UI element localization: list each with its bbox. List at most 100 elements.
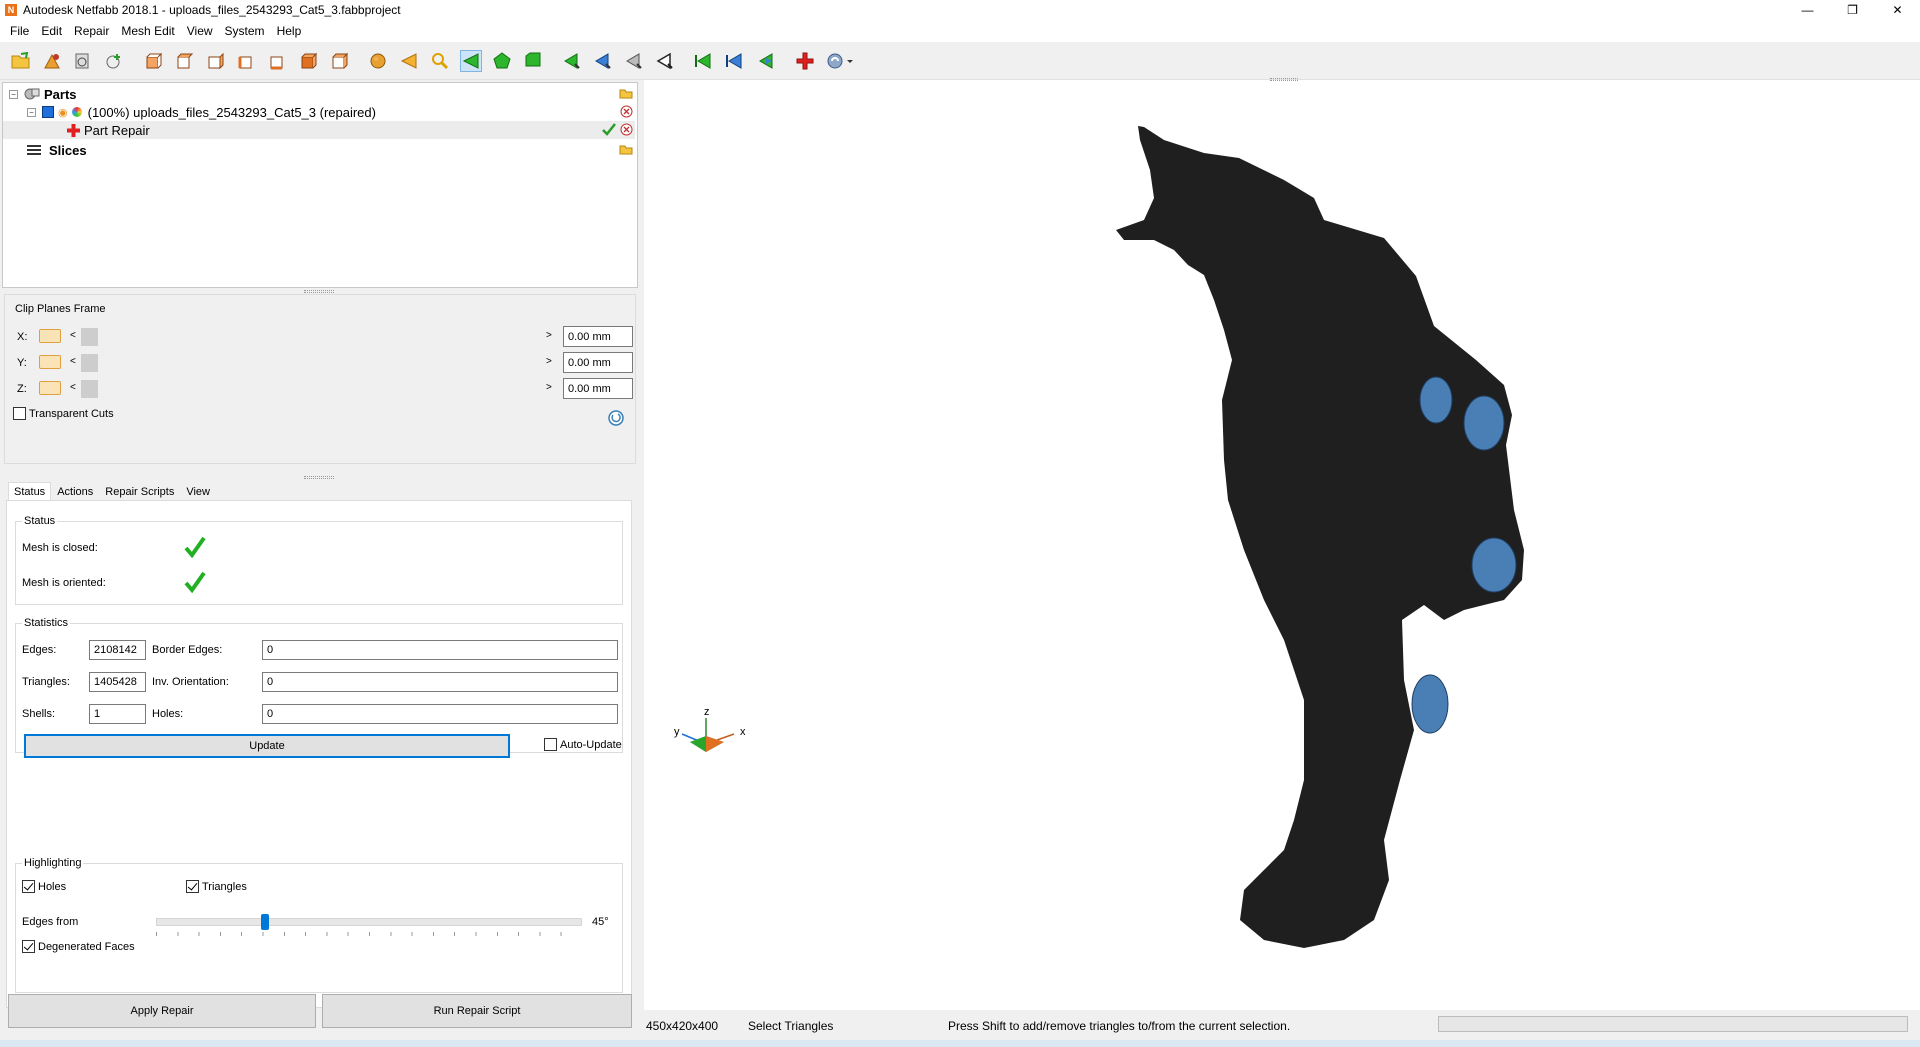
clip-toggle[interactable] <box>39 381 61 395</box>
menu-system[interactable]: System <box>219 24 271 38</box>
holes-option[interactable]: Holes <box>22 880 66 893</box>
tree-repair-node[interactable]: Part Repair <box>3 121 635 139</box>
3d-viewport[interactable]: z y x <box>644 78 1920 1010</box>
shells-field[interactable]: 1 <box>89 704 146 724</box>
collapse-icon[interactable]: − <box>27 107 36 117</box>
edges-field[interactable]: 2108142 <box>89 640 146 660</box>
add-icon[interactable] <box>103 50 125 72</box>
reset-icon[interactable] <box>607 409 625 427</box>
brush-add-icon[interactable] <box>592 50 614 72</box>
view-left-icon[interactable] <box>204 50 226 72</box>
increment-icon[interactable]: > <box>546 330 552 341</box>
transparent-cuts-checkbox[interactable] <box>13 407 26 420</box>
clip-slider[interactable] <box>81 380 549 398</box>
deselect-icon[interactable] <box>724 50 746 72</box>
update-button[interactable]: Update <box>24 734 510 758</box>
tree-slices-node[interactable]: Slices <box>27 141 87 159</box>
auto-update-checkbox[interactable] <box>544 738 557 751</box>
clip-toggle[interactable] <box>39 355 61 369</box>
holes-field[interactable]: 0 <box>262 704 618 724</box>
edges-angle-slider[interactable] <box>156 914 582 936</box>
auto-update-option[interactable]: Auto-Update <box>544 738 622 751</box>
color-wheel-icon[interactable] <box>71 107 82 117</box>
border-edges-field[interactable]: 0 <box>262 640 618 660</box>
add-part-icon[interactable] <box>41 50 63 72</box>
clip-slider[interactable] <box>81 328 549 346</box>
axes-gizmo-graphic <box>681 718 735 752</box>
view-iso-icon[interactable] <box>328 50 350 72</box>
tab-status[interactable]: Status <box>8 482 52 502</box>
clip-value-input[interactable] <box>563 352 633 373</box>
apply-repair-button[interactable]: Apply Repair <box>8 994 316 1028</box>
tab-actions[interactable]: Actions <box>51 482 99 502</box>
close-icon[interactable]: ✕ <box>1875 0 1920 20</box>
cat-model[interactable] <box>644 80 1920 1010</box>
menu-mesh-edit[interactable]: Mesh Edit <box>115 24 180 38</box>
degenerated-option[interactable]: Degenerated Faces <box>22 940 135 953</box>
brush-remove-icon[interactable] <box>623 50 645 72</box>
tree-part-node[interactable]: − ◉ (100%) uploads_files_2543293_Cat5_3 … <box>27 103 376 121</box>
view-back-icon[interactable] <box>173 50 195 72</box>
brush-invert-icon[interactable] <box>654 50 676 72</box>
view-bottom-icon[interactable] <box>297 50 319 72</box>
menu-file[interactable]: File <box>4 24 35 38</box>
clip-slider[interactable] <box>81 354 549 372</box>
splitter-handle[interactable] <box>304 476 334 479</box>
inv-orientation-field[interactable]: 0 <box>262 672 618 692</box>
remove-part-icon[interactable] <box>620 105 633 118</box>
view-front-icon[interactable] <box>142 50 164 72</box>
tab-repair-scripts[interactable]: Repair Scripts <box>99 482 180 502</box>
apply-check-icon[interactable] <box>602 123 616 136</box>
degenerated-checkbox[interactable] <box>22 940 35 953</box>
slider-thumb[interactable] <box>81 328 98 346</box>
triangle-left-icon[interactable] <box>398 50 420 72</box>
menu-repair[interactable]: Repair <box>68 24 115 38</box>
transparent-cuts-option[interactable]: Transparent Cuts <box>13 407 114 420</box>
tab-view[interactable]: View <box>180 482 216 502</box>
view-right-icon[interactable] <box>235 50 257 72</box>
decrement-icon[interactable]: < <box>70 330 76 341</box>
clip-value-input[interactable] <box>563 326 633 347</box>
clip-value-input[interactable] <box>563 378 633 399</box>
restore-icon[interactable]: ❐ <box>1830 0 1875 20</box>
folder-open-icon[interactable] <box>619 143 633 155</box>
tree-parts-node[interactable]: − Parts <box>9 85 77 103</box>
holes-checkbox[interactable] <box>22 880 35 893</box>
run-repair-script-button[interactable]: Run Repair Script <box>322 994 632 1028</box>
invert-select-icon[interactable] <box>755 50 777 72</box>
triangles-option[interactable]: Triangles <box>186 880 247 893</box>
select-shell-icon[interactable] <box>522 50 544 72</box>
menu-help[interactable]: Help <box>271 24 308 38</box>
slider-thumb[interactable] <box>81 380 98 398</box>
decrement-icon[interactable]: < <box>70 356 76 367</box>
auto-update-label: Auto-Update <box>560 738 622 751</box>
import-icon[interactable] <box>72 50 94 72</box>
menu-view[interactable]: View <box>181 24 219 38</box>
select-surface-icon[interactable] <box>491 50 513 72</box>
splitter-handle[interactable] <box>304 290 334 293</box>
slider-thumb[interactable] <box>260 914 269 930</box>
cancel-repair-icon[interactable] <box>620 123 633 136</box>
sphere-icon[interactable] <box>367 50 389 72</box>
select-triangle-icon[interactable] <box>460 49 482 72</box>
decrement-icon[interactable]: < <box>70 382 76 393</box>
increment-icon[interactable]: > <box>546 382 552 393</box>
minimize-icon[interactable]: — <box>1785 0 1830 20</box>
folder-open-icon[interactable] <box>619 87 633 99</box>
brush-select-icon[interactable] <box>561 50 583 72</box>
increment-icon[interactable]: > <box>546 356 552 367</box>
slider-thumb[interactable] <box>81 354 98 372</box>
open-file-icon[interactable] <box>10 50 32 72</box>
zoom-icon[interactable] <box>429 50 451 72</box>
slices-actions <box>619 143 633 155</box>
collapse-icon[interactable]: − <box>9 89 18 99</box>
view-top-icon[interactable] <box>266 50 288 72</box>
triangles-checkbox[interactable] <box>186 880 199 893</box>
help-icon[interactable] <box>825 50 855 72</box>
triangles-field[interactable]: 1405428 <box>89 672 146 692</box>
clip-toggle[interactable] <box>39 329 61 343</box>
select-all-icon[interactable] <box>693 50 715 72</box>
visibility-icon[interactable]: ◉ <box>58 106 68 119</box>
add-repair-icon[interactable] <box>794 50 816 72</box>
menu-edit[interactable]: Edit <box>35 24 68 38</box>
